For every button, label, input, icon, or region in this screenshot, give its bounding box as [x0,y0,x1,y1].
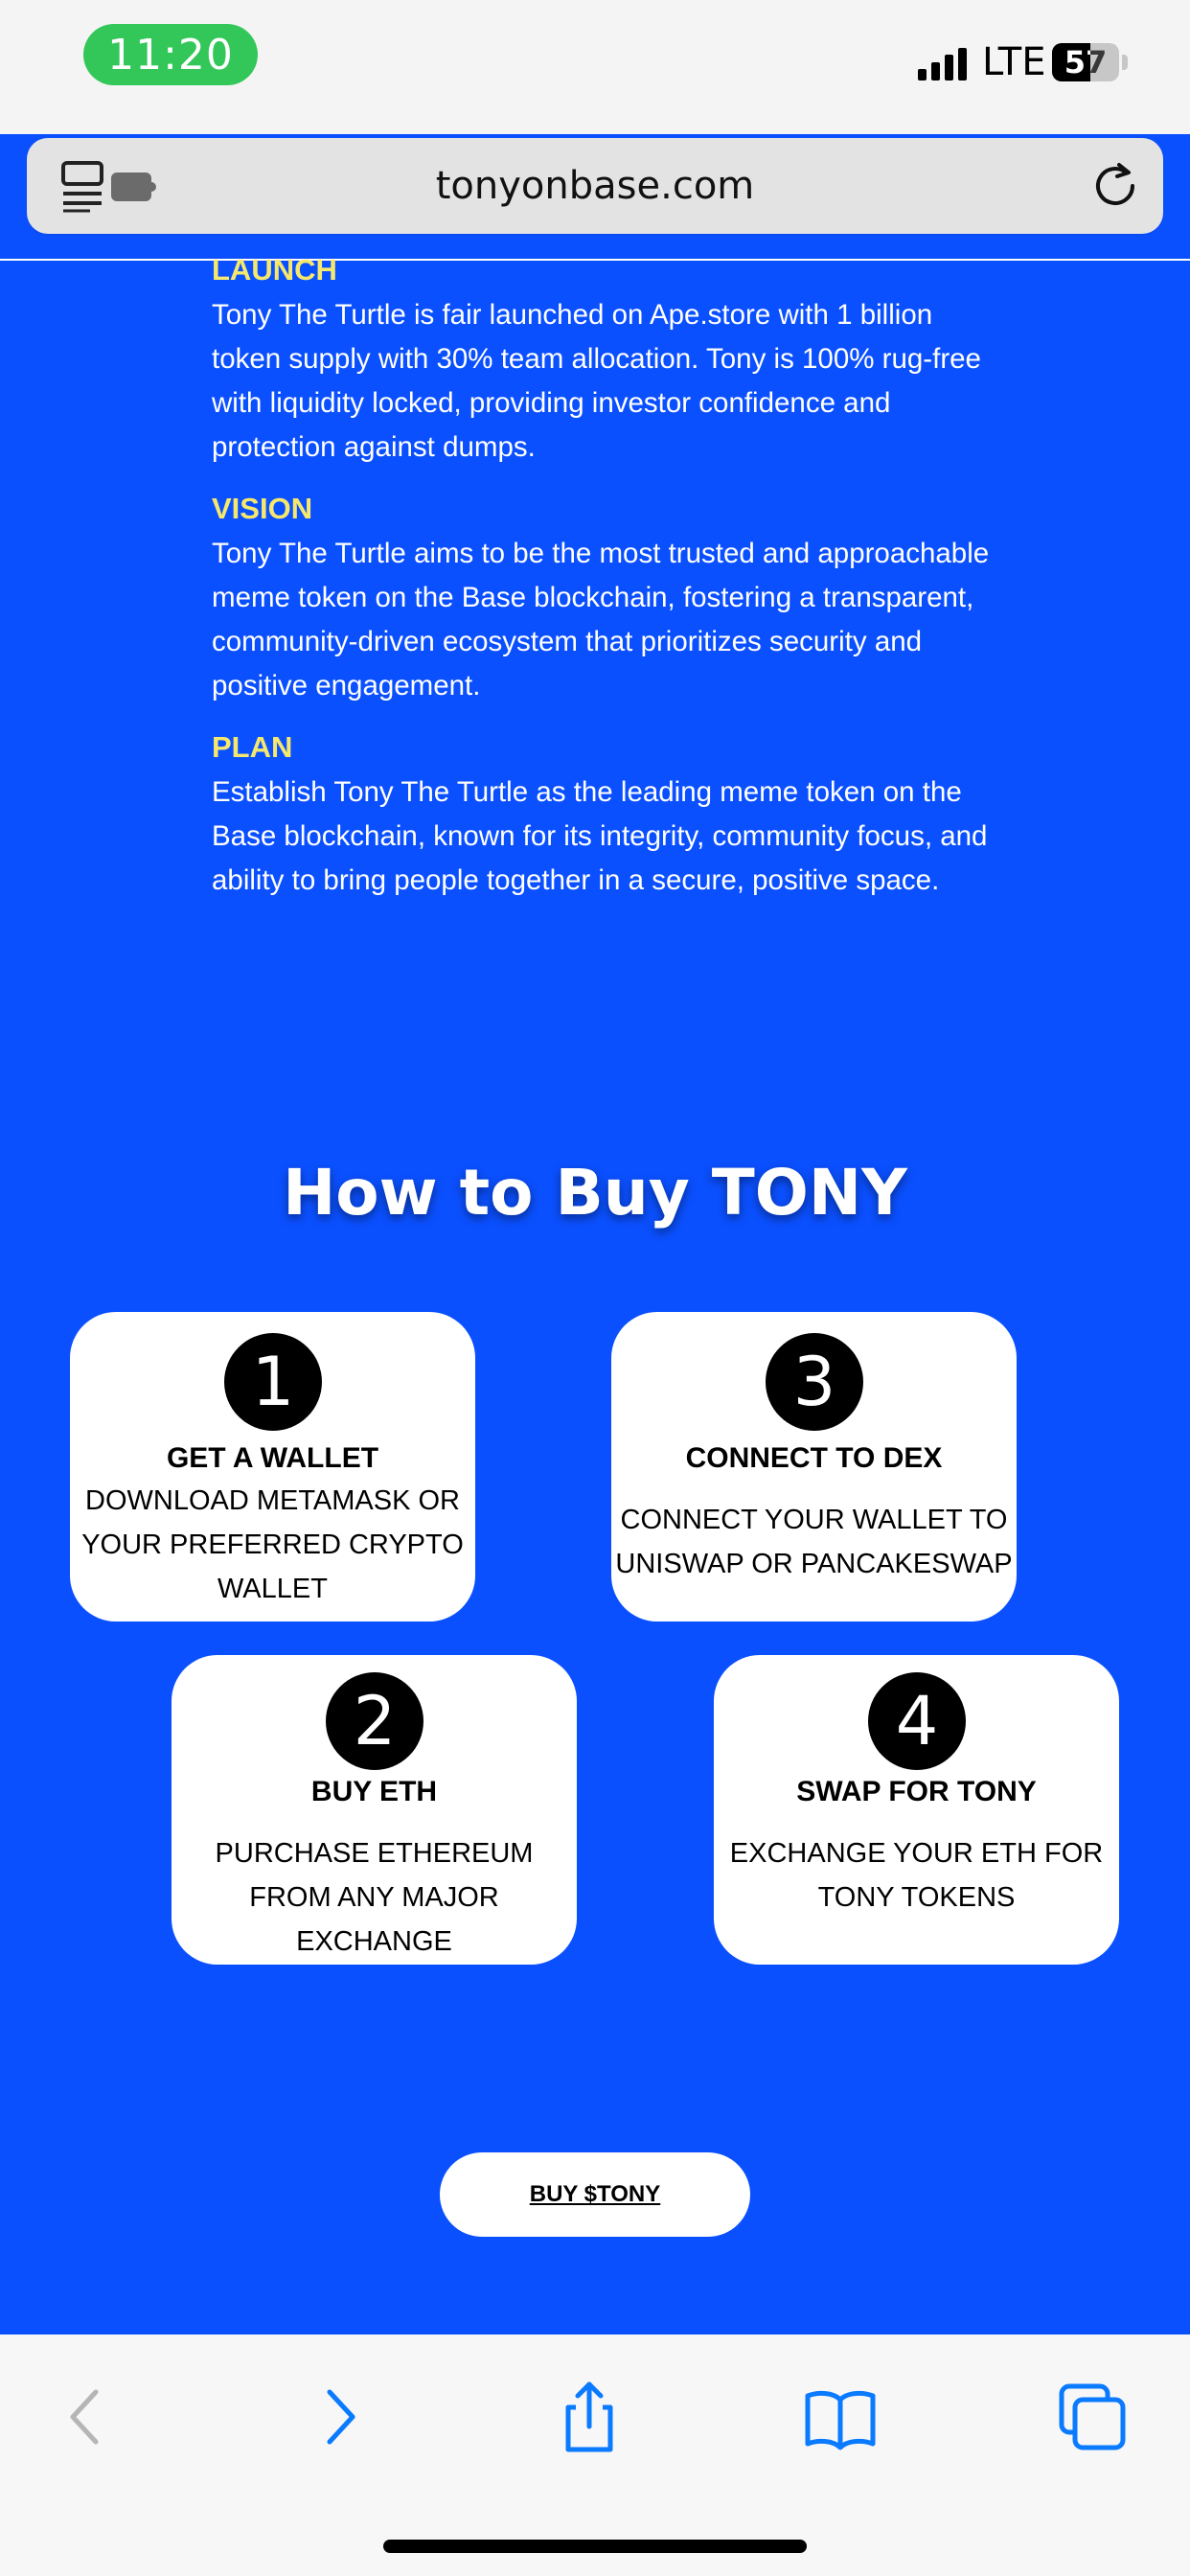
step-title: GET A WALLET [166,1442,379,1474]
launch-heading: LAUNCH [212,253,337,287]
step-title: CONNECT TO DEX [685,1442,943,1474]
step-title: BUY ETH [310,1776,438,1807]
step-description: PURCHASE ETHEREUM FROM ANY MAJOR EXCHANG… [215,1838,534,1957]
plan-heading: PLAN [212,730,293,764]
reload-icon[interactable] [1087,157,1144,215]
launch-section: LAUNCH Tony The Turtle is fair launched … [212,253,997,470]
plan-section: PLAN Establish Tony The Turtle as the le… [212,730,997,903]
step-number-badge: 1 [224,1333,322,1431]
step-card-4: 4 SWAP FOR TONY EXCHANGE YOUR ETH FOR TO… [714,1655,1119,1965]
network-label: LTE [982,40,1046,84]
vision-section: VISION Tony The Turtle aims to be the mo… [212,492,997,708]
step-card-3: 3 CONNECT TO DEX CONNECT YOUR WALLET TO … [611,1312,1017,1622]
step-title: SWAP FOR TONY [796,1776,1037,1807]
url-text[interactable]: tonyonbase.com [27,138,1163,234]
forward-icon[interactable] [303,2379,379,2455]
back-icon[interactable] [46,2379,123,2455]
address-bar[interactable]: tonyonbase.com [27,138,1163,234]
vision-heading: VISION [212,492,313,525]
buy-tony-button[interactable]: BUY $TONY [440,2152,750,2237]
step-number-badge: 4 [868,1672,966,1770]
step-card-1: 1 GET A WALLET DOWNLOAD METAMASK OR YOUR… [70,1312,475,1622]
battery-icon: 57 [1052,43,1129,81]
bookmarks-icon[interactable] [802,2379,879,2455]
launch-text: Tony The Turtle is fair launched on Ape.… [212,299,981,463]
battery-level: 57 [1064,44,1108,80]
share-icon[interactable] [551,2379,628,2455]
cellular-signal-icon [918,48,967,80]
status-time: 11:20 [83,24,258,85]
step-number-badge: 3 [766,1333,863,1431]
vision-text: Tony The Turtle aims to be the most trus… [212,538,990,702]
step-description: CONNECT YOUR WALLET TO UNISWAP OR PANCAK… [615,1505,1013,1579]
step-description: DOWNLOAD METAMASK OR YOUR PREFERRED CRYP… [81,1485,464,1604]
plan-text: Establish Tony The Turtle as the leading… [212,776,988,896]
step-card-2: 2 BUY ETH PURCHASE ETHEREUM FROM ANY MAJ… [172,1655,577,1965]
status-bar: 11:20 LTE 57 [0,0,1190,134]
step-description: EXCHANGE YOUR ETH FOR TONY TOKENS [729,1838,1104,1913]
how-to-buy-title: How to Buy TONY [283,1156,907,1230]
tabs-icon[interactable] [1054,2379,1131,2455]
step-number-badge: 2 [326,1672,423,1770]
home-indicator [383,2540,807,2553]
